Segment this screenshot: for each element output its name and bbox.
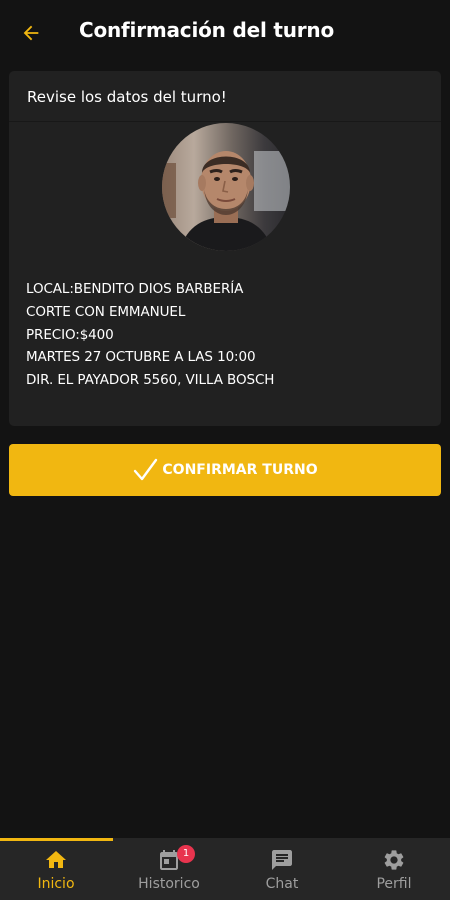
nav-item-historico[interactable]: 1 Historico <box>113 838 225 900</box>
nav-item-perfil[interactable]: Perfil <box>338 838 450 900</box>
checkmark-icon <box>134 458 158 481</box>
back-button[interactable] <box>14 16 48 50</box>
price-text: PRECIO:$400 <box>26 326 114 343</box>
address-text: DIR. EL PAYADOR 5560, VILLA BOSCH <box>26 372 275 389</box>
app-bar: Confirmación del turno <box>0 0 450 64</box>
home-icon <box>46 851 66 868</box>
bottom-navigation: Inicio 1 Historico Chat Perfil <box>0 838 450 900</box>
barber-avatar <box>162 123 290 251</box>
arrow-left-icon <box>23 25 39 41</box>
datetime-text: MARTES 27 OCTUBRE A LAS 10:00 <box>26 349 256 366</box>
appointment-details: LOCAL:BENDITO DIOS BARBERÍA CORTE CON EM… <box>26 278 274 392</box>
notification-badge: 1 <box>177 845 195 863</box>
nav-label-perfil: Perfil <box>376 876 412 892</box>
page-title: Confirmación del turno <box>79 18 335 42</box>
nav-item-chat[interactable]: Chat <box>226 838 338 900</box>
confirm-button-label: CONFIRMAR TURNO <box>162 462 318 478</box>
local-text: LOCAL:BENDITO DIOS BARBERÍA <box>26 281 244 297</box>
gear-icon <box>384 850 404 870</box>
card-header: Revise los datos del turno! <box>9 71 441 122</box>
nav-label-historico: Historico <box>138 876 200 892</box>
confirm-appointment-button[interactable]: CONFIRMAR TURNO <box>9 444 441 496</box>
nav-label-chat: Chat <box>265 876 299 892</box>
service-text: CORTE CON EMMANUEL <box>26 303 186 320</box>
chat-icon <box>272 850 292 870</box>
nav-item-inicio[interactable]: Inicio <box>0 838 112 900</box>
appointment-card: Revise los datos del turno! LOCAL:BENDIT… <box>9 71 441 426</box>
card-header-text: Revise los datos del turno! <box>27 88 227 106</box>
nav-label-inicio: Inicio <box>37 876 75 892</box>
